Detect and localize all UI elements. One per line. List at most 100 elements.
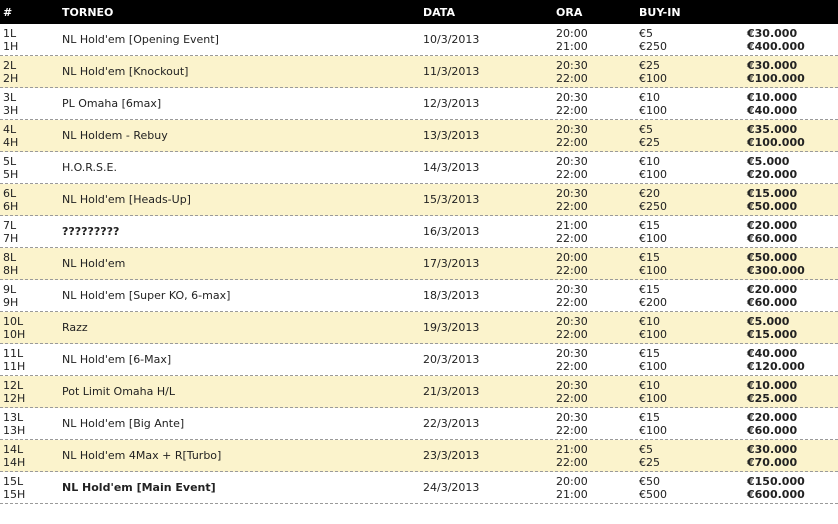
tournament-prizes: €5.000 €20.000 <box>747 155 838 181</box>
tournament-buyins: €15 €100 <box>639 347 747 373</box>
prize-low: €5.000 <box>747 154 790 168</box>
tournament-name-text: NL Hold'em [Big Ante] <box>62 417 185 430</box>
time-high: 22:00 <box>556 359 588 373</box>
prize-high: €100.000 <box>747 135 805 149</box>
tournament-prizes: €40.000 €120.000 <box>747 347 838 373</box>
time-low: 20:00 <box>556 250 588 264</box>
tournament-prizes: €150.000 €600.000 <box>747 475 838 501</box>
table-body: 1L 1H NL Hold'em [Opening Event] 10/3/2013 2… <box>0 24 838 504</box>
table-row: 9L 9H NL Hold'em [Super KO, 6-max] 18/3/201… <box>0 280 838 312</box>
tournament-times: 20:30 22:00 <box>556 411 639 437</box>
tournament-date-text: 22/3/2013 <box>423 417 480 430</box>
tournament-buyins: €50 €500 <box>639 475 747 501</box>
time-low: 20:30 <box>556 154 588 168</box>
table-row: 8L 8H NL Hold'em 17/3/2013 20:00 22:00 €15 €100… <box>0 248 838 280</box>
id-high: 1H <box>3 39 19 53</box>
time-high: 22:00 <box>556 199 588 213</box>
buyin-high: €100 <box>639 231 667 245</box>
buyin-high: €100 <box>639 327 667 341</box>
buyin-low: €15 <box>639 250 660 264</box>
tournament-buyins: €10 €100 <box>639 91 747 117</box>
tournament-name: Razz <box>62 321 423 334</box>
tournament-times: 20:00 21:00 <box>556 475 639 501</box>
tournament-date-text: 14/3/2013 <box>423 161 480 174</box>
tournament-date-text: 10/3/2013 <box>423 33 480 46</box>
id-low: 10L <box>3 314 24 328</box>
header-torneo: TORNEO <box>62 5 114 19</box>
buyin-high: €100 <box>639 263 667 277</box>
buyin-high: €250 <box>639 199 667 213</box>
time-high: 22:00 <box>556 135 588 149</box>
tournament-name-text: NL Hold'em <box>62 257 126 270</box>
tournament-name: PL Omaha [6max] <box>62 97 423 110</box>
header-data: DATA <box>423 5 455 19</box>
prize-low: €10.000 <box>747 378 798 392</box>
time-low: 21:00 <box>556 218 588 232</box>
id-low: 14L <box>3 442 24 456</box>
tournament-name-text: NL Hold'em [Main Event] <box>62 481 216 494</box>
prize-low: €30.000 <box>747 442 798 456</box>
tournament-date-text: 24/3/2013 <box>423 481 480 494</box>
tournament-name-text: PL Omaha [6max] <box>62 97 162 110</box>
tournament-times: 20:30 22:00 <box>556 187 639 213</box>
tournament-prizes: €5.000 €15.000 <box>747 315 838 341</box>
prize-low: €30.000 <box>747 58 798 72</box>
buyin-low: €15 <box>639 218 660 232</box>
prize-high: €120.000 <box>747 359 805 373</box>
prize-low: €20.000 <box>747 282 798 296</box>
table-row: 12L 12H Pot Limit Omaha H/L 21/3/2013 20:30 2… <box>0 376 838 408</box>
tournament-date: 13/3/2013 <box>423 129 556 142</box>
tournament-id: 4L 4H <box>0 123 62 149</box>
tournament-buyins: €15 €100 <box>639 251 747 277</box>
buyin-low: €10 <box>639 314 660 328</box>
tournament-prizes: €10.000 €25.000 <box>747 379 838 405</box>
tournament-buyins: €20 €250 <box>639 187 747 213</box>
tournament-prizes: €20.000 €60.000 <box>747 411 838 437</box>
tournament-schedule-table: # TORNEO DATA ORA BUY-IN 1L 1H NL Hold'em … <box>0 0 838 504</box>
buyin-low: €10 <box>639 154 660 168</box>
table-row: 7L 7H????????? 16/3/2013 21:00 22:00 €15 €100 €… <box>0 216 838 248</box>
table-row: 11L 11H NL Hold'em [6-Max] 20/3/2013 20:30 22… <box>0 344 838 376</box>
prize-high: €100.000 <box>747 71 805 85</box>
id-low: 6L <box>3 186 17 200</box>
tournament-date-text: 23/3/2013 <box>423 449 480 462</box>
buyin-low: €10 <box>639 378 660 392</box>
prize-low: €35.000 <box>747 122 798 136</box>
buyin-low: €50 <box>639 474 660 488</box>
tournament-id: 15L 15H <box>0 475 62 501</box>
tournament-name: NL Hold'em [Opening Event] <box>62 33 423 46</box>
tournament-date: 18/3/2013 <box>423 289 556 302</box>
tournament-id: 7L 7H <box>0 219 62 245</box>
table-row: 6L 6H NL Hold'em [Heads-Up] 15/3/2013 20:30 2… <box>0 184 838 216</box>
tournament-prizes: €15.000 €50.000 <box>747 187 838 213</box>
table-row: 4L 4H NL Holdem - Rebuy 13/3/2013 20:30 22:00… <box>0 120 838 152</box>
id-low: 4L <box>3 122 17 136</box>
tournament-id: 2L 2H <box>0 59 62 85</box>
buyin-low: €15 <box>639 346 660 360</box>
tournament-times: 21:00 22:00 <box>556 219 639 245</box>
tournament-id: 8L 8H <box>0 251 62 277</box>
tournament-name: NL Hold'em [Big Ante] <box>62 417 423 430</box>
tournament-name: ????????? <box>62 225 423 238</box>
time-low: 20:30 <box>556 410 588 424</box>
id-low: 15L <box>3 474 24 488</box>
tournament-date-text: 13/3/2013 <box>423 129 480 142</box>
time-high: 22:00 <box>556 391 588 405</box>
tournament-buyins: €5 €25 <box>639 123 747 149</box>
tournament-times: 20:30 22:00 <box>556 91 639 117</box>
id-high: 12H <box>3 391 26 405</box>
tournament-buyins: €10 €100 <box>639 315 747 341</box>
tournament-id: 11L 11H <box>0 347 62 373</box>
id-low: 8L <box>3 250 17 264</box>
tournament-buyins: €25 €100 <box>639 59 747 85</box>
tournament-date: 23/3/2013 <box>423 449 556 462</box>
time-low: 20:30 <box>556 90 588 104</box>
time-low: 20:30 <box>556 282 588 296</box>
tournament-times: 20:30 22:00 <box>556 155 639 181</box>
tournament-date-text: 18/3/2013 <box>423 289 480 302</box>
buyin-high: €100 <box>639 391 667 405</box>
prize-low: €30.000 <box>747 26 798 40</box>
tournament-buyins: €5 €250 <box>639 27 747 53</box>
tournament-times: 20:30 22:00 <box>556 347 639 373</box>
time-high: 22:00 <box>556 103 588 117</box>
